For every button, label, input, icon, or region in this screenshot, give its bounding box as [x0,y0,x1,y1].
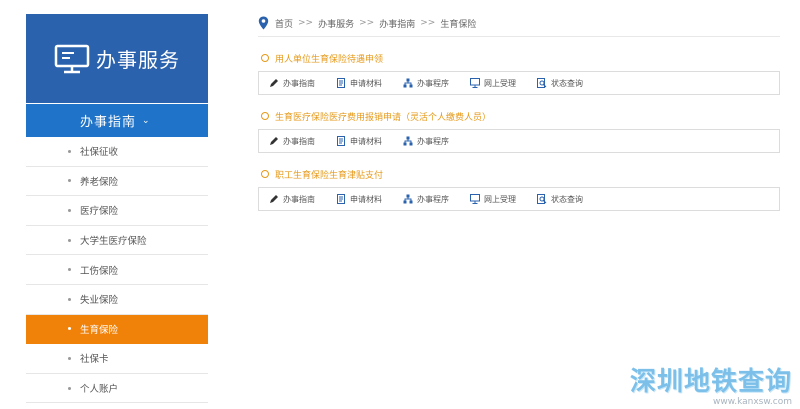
document-icon [337,78,345,88]
sidebar-menu: 社保征收 养老保险 医疗保险 大学生医疗保险 工伤保险 失业保险 生育保险 社保… [26,137,208,404]
procedure-link[interactable]: 办事程序 [403,78,449,89]
watermark: 深圳地铁查询 www.kanxsw.com [630,369,792,407]
procedure-link[interactable]: 办事程序 [403,136,449,147]
service-toolbar: 办事指南 申请材料 办事程序 网上受理 状态查询 [258,71,780,95]
service-item: 生育医疗保险医疗费用报销申请（灵活个人缴费人员） 办事指南 申请材料 办事程序 [258,109,780,153]
pen-icon [270,79,278,87]
document-icon [337,194,345,204]
guide-link[interactable]: 办事指南 [269,136,315,147]
sidebar-item[interactable]: 大学生医疗保险 [26,226,208,256]
monitor-icon [470,194,480,204]
sidebar-item[interactable]: 养老保险 [26,167,208,197]
service-item: 职工生育保险生育津贴支付 办事指南 申请材料 办事程序 网上受理 状态查询 [258,167,780,211]
service-toolbar: 办事指南 申请材料 办事程序 网上受理 状态查询 [258,187,780,211]
guide-link[interactable]: 办事指南 [269,78,315,89]
breadcrumb: 首页 >> 办事服务 >> 办事指南 >> 生育保险 [258,10,780,37]
sidebar-item[interactable]: 个人账户 [26,374,208,404]
bullet-icon [68,297,71,301]
bullet-icon [68,238,71,242]
bullet-icon [68,386,71,390]
sidebar-item[interactable]: 工伤保险 [26,255,208,285]
materials-link[interactable]: 申请材料 [336,194,382,205]
procedure-link[interactable]: 办事程序 [403,194,449,205]
section-header-guide[interactable]: 办事指南 ⌄ [26,104,208,137]
service-title[interactable]: 用人单位生育保险待遇申领 [258,51,780,65]
sidebar-item-active[interactable]: 生育保险 [26,314,208,345]
bullet-icon [68,356,71,360]
sidebar-item[interactable]: 社保征收 [26,137,208,167]
status-query-link[interactable]: 状态查询 [537,194,583,205]
breadcrumb-separator: >> [420,18,436,28]
circle-icon [261,54,269,62]
online-apply-link[interactable]: 网上受理 [470,78,516,89]
breadcrumb-services[interactable]: 办事服务 [318,17,354,30]
org-chart-icon [403,194,413,204]
materials-link[interactable]: 申请材料 [336,78,382,89]
service-toolbar: 办事指南 申请材料 办事程序 [258,129,780,153]
document-icon [337,136,345,146]
pen-icon [270,137,278,145]
bullet-icon [68,179,71,183]
search-document-icon [537,194,547,204]
main-content: 首页 >> 办事服务 >> 办事指南 >> 生育保险 用人单位生育保险待遇申领 … [258,10,780,211]
sidebar-brand: 办事服务 [26,14,208,103]
org-chart-icon [403,78,413,88]
bullet-icon [68,149,71,153]
watermark-url: www.kanxsw.com [712,397,792,407]
bullet-icon [68,268,71,272]
breadcrumb-guide[interactable]: 办事指南 [379,17,415,30]
search-document-icon [537,78,547,88]
breadcrumb-separator: >> [359,18,375,28]
section-title: 办事指南 [80,115,137,130]
status-query-link[interactable]: 状态查询 [537,78,583,89]
sidebar-item[interactable]: 失业保险 [26,285,208,315]
online-apply-link[interactable]: 网上受理 [470,194,516,205]
service-item: 用人单位生育保险待遇申领 办事指南 申请材料 办事程序 网上受理 状态查询 [258,51,780,95]
circle-icon [261,112,269,120]
monitor-icon [470,78,480,88]
service-title[interactable]: 生育医疗保险医疗费用报销申请（灵活个人缴费人员） [258,109,780,123]
guide-link[interactable]: 办事指南 [269,194,315,205]
circle-icon [261,170,269,178]
breadcrumb-separator: >> [298,18,314,28]
breadcrumb-home[interactable]: 首页 [275,17,293,30]
monitor-icon [54,44,90,73]
chevron-down-icon: ⌄ [142,115,151,126]
service-title[interactable]: 职工生育保险生育津贴支付 [258,167,780,181]
bullet-icon [68,208,71,212]
location-pin-icon [258,16,269,30]
pen-icon [270,195,278,203]
breadcrumb-current: 生育保险 [440,19,477,30]
watermark-text: 深圳地铁查询 [629,367,792,397]
sidebar-item[interactable]: 医疗保险 [26,196,208,226]
org-chart-icon [403,136,413,146]
sidebar-item[interactable]: 社保卡 [26,344,208,374]
sidebar: 办事服务 办事指南 ⌄ 社保征收 养老保险 医疗保险 大学生医疗保险 工伤保险 … [26,14,208,404]
materials-link[interactable]: 申请材料 [336,136,382,147]
bullet-icon [68,327,71,331]
brand-title: 办事服务 [96,48,180,72]
